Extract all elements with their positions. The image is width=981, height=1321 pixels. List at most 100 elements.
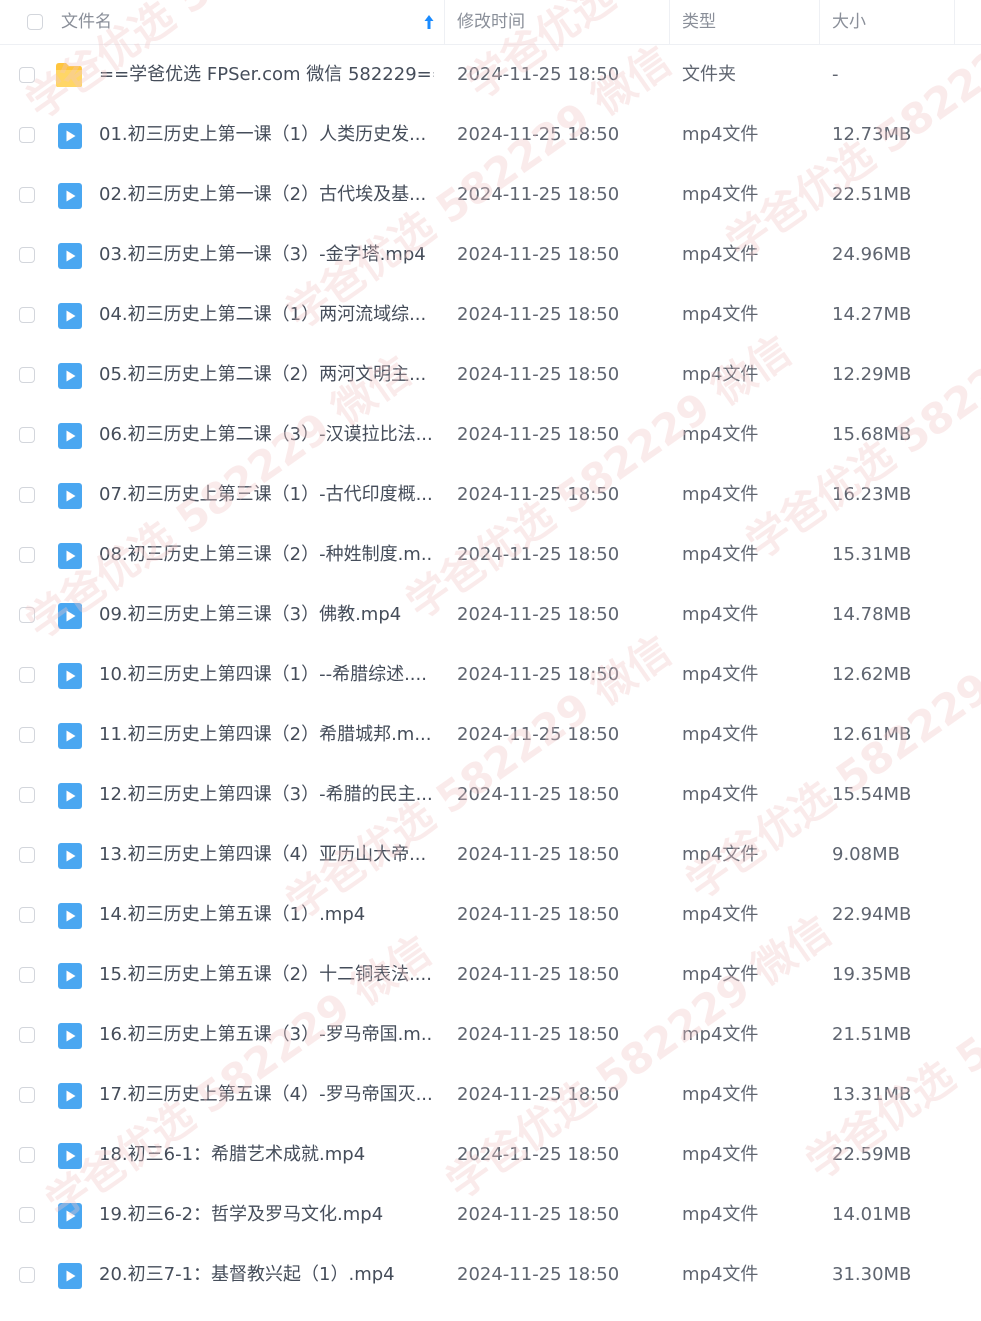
video-icon	[58, 183, 82, 209]
file-name[interactable]: 19.初三6-2：哲学及罗马文化.mp4	[99, 1185, 434, 1245]
file-size: 12.73MB	[832, 124, 912, 145]
file-row[interactable]: 19.初三6-2：哲学及罗马文化.mp4 2024-11-25 18:50 mp4文…	[0, 1185, 981, 1245]
file-type: mp4文件	[682, 964, 759, 985]
row-checkbox[interactable]	[19, 247, 35, 263]
file-size: 15.68MB	[832, 424, 912, 445]
file-row[interactable]: 02.初三历史上第一课（2）古代埃及基... 2024-11-25 18:50 mp…	[0, 165, 981, 225]
file-name[interactable]: 17.初三历史上第五课（4）-罗马帝国灭...	[99, 1065, 434, 1125]
video-icon	[58, 423, 82, 449]
file-type: mp4文件	[682, 1264, 759, 1285]
row-checkbox[interactable]	[19, 1207, 35, 1223]
file-name[interactable]: 07.初三历史上第三课（1）-古代印度概...	[99, 465, 434, 525]
file-row[interactable]: 10.初三历史上第四课（1）--希腊综述.... 2024-11-25 18:50…	[0, 645, 981, 705]
file-name[interactable]: 13.初三历史上第四课（4）亚历山大帝...	[99, 825, 434, 885]
file-row[interactable]: ==学爸优选 FPSer.com 微信 582229== 2024-11-25 1…	[0, 45, 981, 105]
row-checkbox[interactable]	[19, 187, 35, 203]
file-row[interactable]: 03.初三历史上第一课（3）-金字塔.mp4 2024-11-25 18:50 mp…	[0, 225, 981, 285]
arrow-up-icon[interactable]	[422, 12, 436, 32]
column-header-type[interactable]: 类型	[682, 0, 716, 44]
file-name[interactable]: 04.初三历史上第二课（1）两河流域综...	[99, 285, 434, 345]
row-checkbox[interactable]	[19, 67, 35, 83]
file-row[interactable]: 08.初三历史上第三课（2）-种姓制度.m... 2024-11-25 18:50…	[0, 525, 981, 585]
row-checkbox[interactable]	[19, 127, 35, 143]
video-icon	[58, 243, 82, 269]
file-row[interactable]: 20.初三7-1：基督教兴起（1）.mp4 2024-11-25 18:50 mp4…	[0, 1245, 981, 1305]
row-checkbox[interactable]	[19, 1267, 35, 1283]
file-modified-time: 2024-11-25 18:50	[457, 124, 620, 145]
file-name[interactable]: 16.初三历史上第五课（3）-罗马帝国.m...	[99, 1005, 434, 1065]
file-row[interactable]: 18.初三6-1：希腊艺术成就.mp4 2024-11-25 18:50 mp4文件…	[0, 1125, 981, 1185]
file-row[interactable]: 15.初三历史上第五课（2）十二铜表法.... 2024-11-25 18:50 m…	[0, 945, 981, 1005]
file-name[interactable]: 06.初三历史上第二课（3）-汉谟拉比法...	[99, 405, 434, 465]
file-size: -	[832, 64, 839, 85]
file-row[interactable]: 12.初三历史上第四课（3）-希腊的民主.... 2024-11-25 18:50…	[0, 765, 981, 825]
file-row[interactable]: 13.初三历史上第四课（4）亚历山大帝... 2024-11-25 18:50 mp…	[0, 825, 981, 885]
video-icon	[58, 843, 82, 869]
row-checkbox[interactable]	[19, 307, 35, 323]
file-name[interactable]: 14.初三历史上第五课（1）.mp4	[99, 885, 434, 945]
file-name[interactable]: 15.初三历史上第五课（2）十二铜表法....	[99, 945, 434, 1005]
row-checkbox[interactable]	[19, 427, 35, 443]
row-checkbox[interactable]	[19, 907, 35, 923]
file-modified-time: 2024-11-25 18:50	[457, 964, 620, 985]
file-name[interactable]: 09.初三历史上第三课（3）佛教.mp4	[99, 585, 434, 645]
file-row[interactable]: 16.初三历史上第五课（3）-罗马帝国.m... 2024-11-25 18:50…	[0, 1005, 981, 1065]
file-row[interactable]: 14.初三历史上第五课（1）.mp4 2024-11-25 18:50 mp4文件 2…	[0, 885, 981, 945]
column-divider[interactable]	[669, 0, 670, 44]
row-checkbox[interactable]	[19, 1147, 35, 1163]
file-name[interactable]: 11.初三历史上第四课（2）希腊城邦.m...	[99, 705, 434, 765]
file-name[interactable]: 08.初三历史上第三课（2）-种姓制度.m...	[99, 525, 434, 585]
file-row[interactable]: 05.初三历史上第二课（2）两河文明主... 2024-11-25 18:50 mp…	[0, 345, 981, 405]
row-checkbox[interactable]	[19, 727, 35, 743]
file-row[interactable]: 17.初三历史上第五课（4）-罗马帝国灭... 2024-11-25 18:50 m…	[0, 1065, 981, 1125]
file-modified-time: 2024-11-25 18:50	[457, 64, 620, 85]
file-type: mp4文件	[682, 184, 759, 205]
file-size: 31.30MB	[832, 1264, 912, 1285]
file-type: mp4文件	[682, 1144, 759, 1165]
file-row[interactable]: 04.初三历史上第二课（1）两河流域综... 2024-11-25 18:50 mp…	[0, 285, 981, 345]
row-checkbox[interactable]	[19, 1027, 35, 1043]
file-size: 9.08MB	[832, 844, 900, 865]
file-name[interactable]: 18.初三6-1：希腊艺术成就.mp4	[99, 1125, 434, 1185]
column-header-time[interactable]: 修改时间	[457, 0, 525, 44]
file-size: 13.31MB	[832, 1084, 912, 1105]
file-size: 22.94MB	[832, 904, 912, 925]
row-checkbox[interactable]	[19, 967, 35, 983]
file-name[interactable]: 03.初三历史上第一课（3）-金字塔.mp4	[99, 225, 434, 285]
file-name[interactable]: 10.初三历史上第四课（1）--希腊综述....	[99, 645, 434, 705]
file-row[interactable]: 07.初三历史上第三课（1）-古代印度概... 2024-11-25 18:50 m…	[0, 465, 981, 525]
file-row[interactable]: 01.初三历史上第一课（1）人类历史发... 2024-11-25 18:50 mp…	[0, 105, 981, 165]
column-divider[interactable]	[819, 0, 820, 44]
row-checkbox[interactable]	[19, 787, 35, 803]
file-name[interactable]: 12.初三历史上第四课（3）-希腊的民主....	[99, 765, 434, 825]
file-name[interactable]: 02.初三历史上第一课（2）古代埃及基...	[99, 165, 434, 225]
file-modified-time: 2024-11-25 18:50	[457, 1264, 620, 1285]
video-icon	[58, 303, 82, 329]
row-checkbox[interactable]	[19, 367, 35, 383]
file-modified-time: 2024-11-25 18:50	[457, 244, 620, 265]
file-type: mp4文件	[682, 1084, 759, 1105]
column-divider[interactable]	[954, 0, 955, 44]
file-modified-time: 2024-11-25 18:50	[457, 484, 620, 505]
column-header-size[interactable]: 大小	[832, 0, 866, 44]
row-checkbox[interactable]	[19, 667, 35, 683]
video-icon	[58, 723, 82, 749]
file-row[interactable]: 11.初三历史上第四课（2）希腊城邦.m... 2024-11-25 18:50 m…	[0, 705, 981, 765]
row-checkbox[interactable]	[19, 547, 35, 563]
file-modified-time: 2024-11-25 18:50	[457, 364, 620, 385]
select-all-checkbox[interactable]	[27, 14, 43, 30]
column-header-name[interactable]: 文件名	[61, 0, 112, 44]
column-divider[interactable]	[444, 0, 445, 44]
file-row[interactable]: 09.初三历史上第三课（3）佛教.mp4 2024-11-25 18:50 mp4文…	[0, 585, 981, 645]
row-checkbox[interactable]	[19, 487, 35, 503]
file-row[interactable]: 06.初三历史上第二课（3）-汉谟拉比法... 2024-11-25 18:50 m…	[0, 405, 981, 465]
file-name[interactable]: ==学爸优选 FPSer.com 微信 582229==	[99, 45, 434, 105]
row-checkbox[interactable]	[19, 1087, 35, 1103]
file-name[interactable]: 20.初三7-1：基督教兴起（1）.mp4	[99, 1245, 434, 1305]
file-name[interactable]: 01.初三历史上第一课（1）人类历史发...	[99, 105, 434, 165]
video-icon	[58, 1083, 82, 1109]
row-checkbox[interactable]	[19, 607, 35, 623]
row-checkbox[interactable]	[19, 847, 35, 863]
file-type: mp4文件	[682, 424, 759, 445]
file-name[interactable]: 05.初三历史上第二课（2）两河文明主...	[99, 345, 434, 405]
